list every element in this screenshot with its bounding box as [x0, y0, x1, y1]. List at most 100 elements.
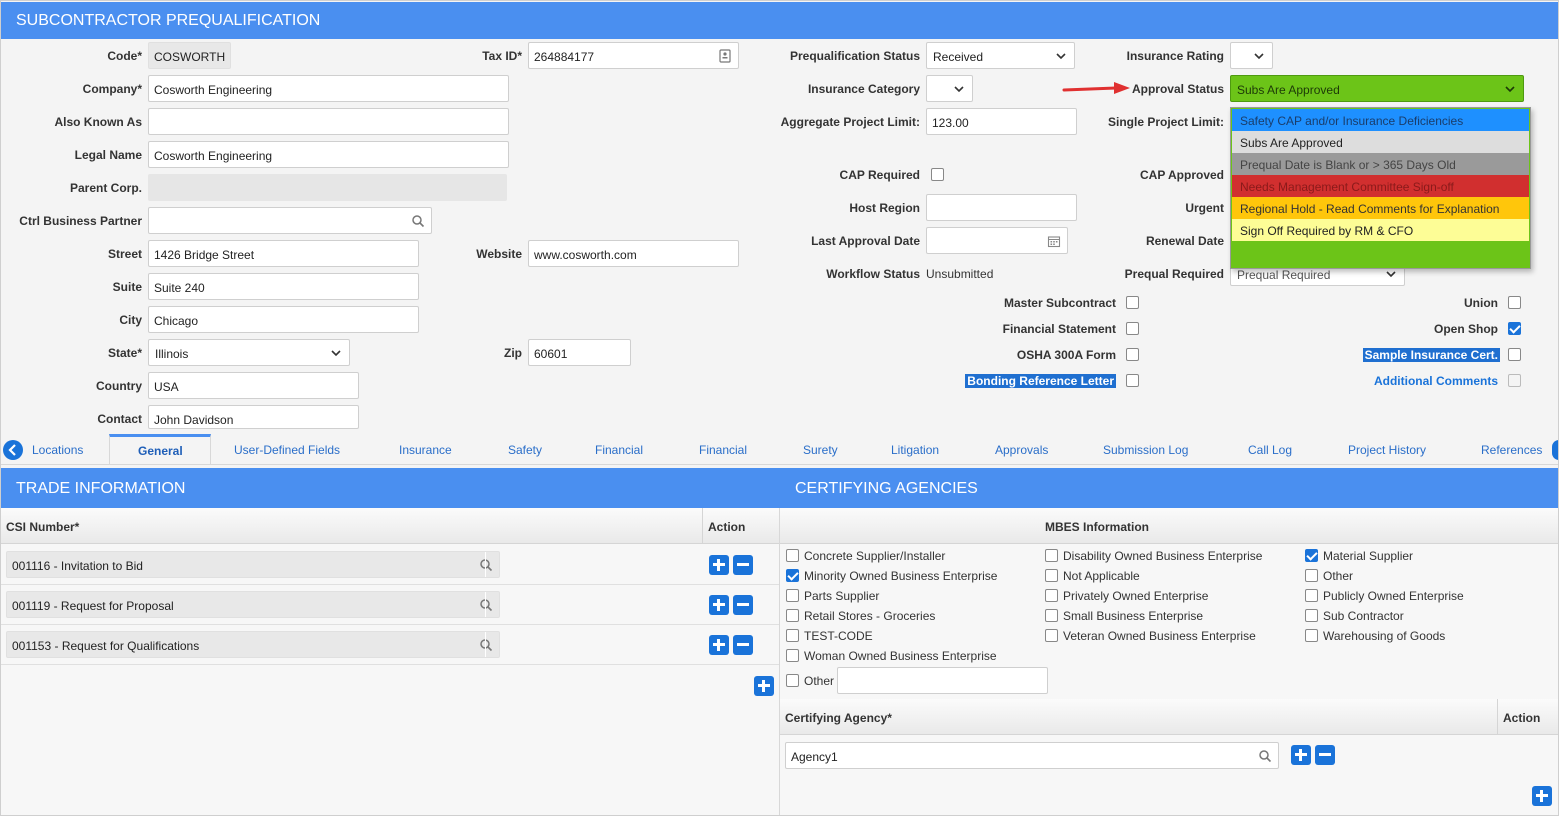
- add-csi-button[interactable]: [709, 555, 729, 575]
- approval-status-select[interactable]: Subs Are Approved: [1230, 75, 1524, 102]
- country-field[interactable]: USA: [148, 372, 359, 399]
- tabs-scroll-right-button[interactable]: [1552, 440, 1559, 460]
- tab-references[interactable]: References: [1481, 443, 1542, 457]
- legal-name-field[interactable]: Cosworth Engineering: [148, 141, 509, 168]
- approval-status-dropdown[interactable]: Safety CAP and/or Insurance Deficiencies…: [1230, 107, 1531, 269]
- tab-financial[interactable]: Financial: [595, 443, 643, 457]
- tab-locations[interactable]: Locations: [32, 443, 83, 457]
- mbes-other-checkbox[interactable]: [786, 674, 799, 687]
- tab-financial[interactable]: Financial: [699, 443, 747, 457]
- open-shop-checkbox[interactable]: [1508, 322, 1521, 335]
- agency-field[interactable]: Agency1: [785, 742, 1279, 769]
- additional-comments-label[interactable]: Additional Comments: [1330, 374, 1498, 388]
- mbes-checkbox[interactable]: [786, 569, 799, 582]
- add-agency-button[interactable]: [1291, 745, 1311, 765]
- tax-id-field[interactable]: 264884177: [528, 42, 739, 69]
- host-region-field[interactable]: [926, 194, 1077, 221]
- search-icon[interactable]: [1258, 749, 1272, 763]
- zip-label: Zip: [504, 346, 522, 360]
- master-subcontract-checkbox[interactable]: [1126, 296, 1139, 309]
- website-label: Website: [476, 247, 522, 261]
- aka-field[interactable]: [148, 108, 509, 135]
- approval-option[interactable]: Regional Hold - Read Comments for Explan…: [1232, 197, 1529, 219]
- osha-checkbox[interactable]: [1126, 348, 1139, 361]
- mbes-checkbox-label: Other: [1323, 569, 1354, 583]
- code-field: COSWORTH: [148, 42, 231, 69]
- search-icon[interactable]: [479, 598, 493, 612]
- tab-project-history[interactable]: Project History: [1348, 443, 1426, 457]
- cert-agencies-bar: CERTIFYING AGENCIES: [779, 468, 1559, 508]
- bonding-checkbox[interactable]: [1126, 374, 1139, 387]
- add-agency-row-button[interactable]: [1532, 786, 1552, 806]
- tab-approvals[interactable]: Approvals: [995, 443, 1048, 457]
- chevron-down-icon: [331, 348, 341, 358]
- approval-status-value: Subs Are Approved: [1237, 83, 1340, 97]
- mbes-checkbox[interactable]: [786, 609, 799, 622]
- search-icon[interactable]: [479, 638, 493, 652]
- street-field[interactable]: 1426 Bridge Street: [148, 240, 419, 267]
- country-label: Country: [96, 379, 142, 393]
- mbes-checkbox[interactable]: [786, 649, 799, 662]
- tab-user-defined-fields[interactable]: User-Defined Fields: [234, 443, 340, 457]
- company-field[interactable]: Cosworth Engineering: [148, 75, 509, 102]
- approval-option[interactable]: Prequal Date is Blank or > 365 Days Old: [1232, 153, 1529, 175]
- csi-field[interactable]: 001153 - Request for Qualifications: [6, 631, 500, 658]
- state-select[interactable]: Illinois: [148, 339, 350, 366]
- last-approval-field[interactable]: [926, 227, 1068, 254]
- remove-csi-button[interactable]: [733, 555, 753, 575]
- tab-insurance[interactable]: Insurance: [399, 443, 452, 457]
- approval-option[interactable]: Safety CAP and/or Insurance Deficiencies: [1232, 109, 1529, 131]
- csi-field[interactable]: 001119 - Request for Proposal: [6, 591, 500, 618]
- city-field[interactable]: Chicago: [148, 306, 419, 333]
- additional-comments-checkbox[interactable]: [1508, 374, 1521, 387]
- ctrl-bp-field[interactable]: [148, 207, 432, 234]
- suite-field[interactable]: Suite 240: [148, 273, 419, 300]
- mbes-checkbox[interactable]: [1305, 569, 1318, 582]
- mbes-checkbox[interactable]: [786, 629, 799, 642]
- search-icon[interactable]: [411, 214, 425, 228]
- remove-csi-button[interactable]: [733, 635, 753, 655]
- calendar-icon[interactable]: [1047, 234, 1061, 248]
- tab-general[interactable]: General: [138, 444, 183, 458]
- contact-field[interactable]: John Davidson: [148, 405, 359, 429]
- mbes-other-field[interactable]: [837, 667, 1048, 694]
- csi-field[interactable]: 001116 - Invitation to Bid: [6, 551, 500, 578]
- remove-csi-button[interactable]: [733, 595, 753, 615]
- add-trade-row-button[interactable]: [754, 676, 774, 696]
- mbes-checkbox[interactable]: [1045, 589, 1058, 602]
- union-checkbox[interactable]: [1508, 296, 1521, 309]
- mbes-checkbox[interactable]: [1045, 609, 1058, 622]
- tabs-scroll-left-button[interactable]: [3, 440, 23, 460]
- sample-insurance-checkbox[interactable]: [1508, 348, 1521, 361]
- prequal-status-select[interactable]: Received: [926, 42, 1075, 69]
- search-icon[interactable]: [479, 558, 493, 572]
- insurance-category-select[interactable]: [926, 75, 973, 102]
- mbes-checkbox[interactable]: [786, 549, 799, 562]
- cap-required-checkbox[interactable]: [931, 168, 944, 181]
- mbes-checkbox[interactable]: [1045, 549, 1058, 562]
- financial-statement-checkbox[interactable]: [1126, 322, 1139, 335]
- mbes-checkbox[interactable]: [1045, 629, 1058, 642]
- tab-submission-log[interactable]: Submission Log: [1103, 443, 1188, 457]
- remove-agency-button[interactable]: [1315, 745, 1335, 765]
- add-csi-button[interactable]: [709, 635, 729, 655]
- mbes-checkbox[interactable]: [1305, 549, 1318, 562]
- approval-option[interactable]: Subs Are Approved: [1232, 131, 1529, 153]
- approval-option[interactable]: Needs Management Committee Sign-off: [1232, 175, 1529, 197]
- tab-call-log[interactable]: Call Log: [1248, 443, 1292, 457]
- add-csi-button[interactable]: [709, 595, 729, 615]
- zip-field[interactable]: 60601: [528, 339, 631, 366]
- mbes-checkbox[interactable]: [1305, 589, 1318, 602]
- aggregate-limit-field[interactable]: 123.00: [926, 108, 1077, 135]
- tab-litigation[interactable]: Litigation: [891, 443, 939, 457]
- insurance-rating-select[interactable]: [1230, 42, 1273, 69]
- tab-safety[interactable]: Safety: [508, 443, 542, 457]
- id-card-icon[interactable]: [718, 49, 732, 63]
- mbes-checkbox[interactable]: [786, 589, 799, 602]
- tab-surety[interactable]: Surety: [803, 443, 838, 457]
- mbes-checkbox[interactable]: [1045, 569, 1058, 582]
- approval-option[interactable]: Sign Off Required by RM & CFO: [1232, 219, 1529, 241]
- mbes-checkbox[interactable]: [1305, 609, 1318, 622]
- mbes-checkbox[interactable]: [1305, 629, 1318, 642]
- website-field[interactable]: www.cosworth.com: [528, 240, 739, 267]
